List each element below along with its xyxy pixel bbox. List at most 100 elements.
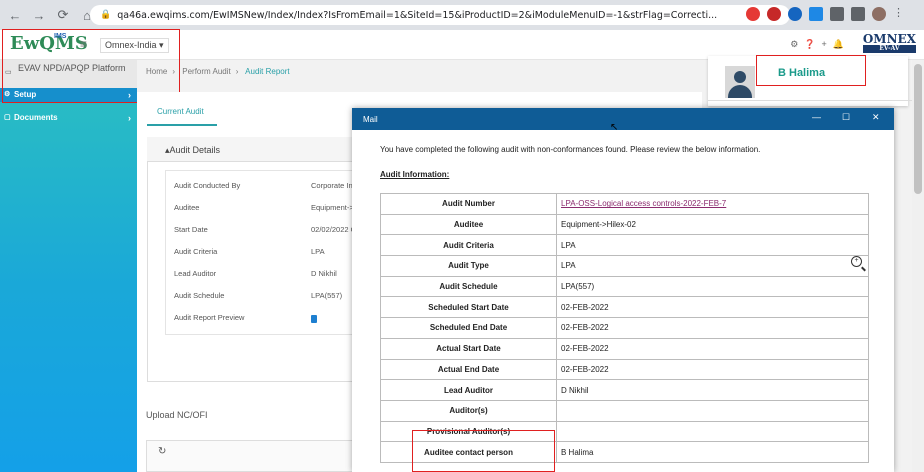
puzzle-icon[interactable] <box>830 7 844 21</box>
forward-icon[interactable]: → <box>30 6 48 24</box>
breadcrumb-perform-audit[interactable]: Perform Audit <box>182 67 230 76</box>
reload-icon[interactable]: ⟳ <box>54 6 72 24</box>
breadcrumb-audit-report: Audit Report <box>245 67 290 76</box>
detail-value: D Nikhil <box>311 269 337 278</box>
chevron-right-icon: › <box>128 113 131 123</box>
header-icons: ⚙ ❓ + 🔔 <box>790 39 844 50</box>
help-icon[interactable]: ❓ <box>804 39 815 50</box>
zoom-in-icon[interactable]: + <box>851 256 862 267</box>
sidebar-item-documents[interactable]: ▢ Documents › <box>0 111 137 125</box>
url-text: qa46a.ewqims.com/EwIMSNew/Index/Index?Is… <box>117 9 718 21</box>
refresh-icon[interactable]: ↻ <box>158 446 166 457</box>
mail-intro: You have completed the following audit w… <box>380 145 761 154</box>
extension-blue-icon[interactable] <box>788 7 802 21</box>
cursor-icon: ↖ <box>610 122 619 133</box>
report-preview-icon[interactable] <box>311 315 317 323</box>
mail-title: Mail <box>363 115 378 124</box>
bell-icon[interactable]: 🔔 <box>833 39 844 50</box>
info-label: Audit Number <box>380 193 557 215</box>
tab-current-audit[interactable]: Current Audit <box>157 107 204 116</box>
detail-value: LPA(557) <box>311 291 343 300</box>
audit-info-table: Audit Number LPA-OSS-Logical access contr… <box>380 193 869 463</box>
browser-toolbar: ← → ⟳ ⌂ 🔒 qa46a.ewqims.com/EwIMSNew/Inde… <box>0 0 924 30</box>
detail-value: Corporate In <box>311 181 353 190</box>
info-label: Audit Criteria <box>380 234 557 257</box>
detail-value: LPA <box>311 247 325 256</box>
extension-icons: ⋮ <box>746 7 907 21</box>
info-label: Scheduled Start Date <box>380 296 557 319</box>
info-value: D Nikhil <box>556 379 869 401</box>
menu-dots-icon[interactable]: ⋮ <box>893 7 907 21</box>
detail-label: Audit Schedule <box>174 291 225 300</box>
info-label: Scheduled End Date <box>380 317 557 339</box>
info-value: B Halima <box>556 441 869 463</box>
table-row: Scheduled End Date 02-FEB-2022 <box>380 317 869 339</box>
tab-active-indicator <box>147 124 217 126</box>
highlight-box <box>412 430 555 472</box>
info-value: 02-FEB-2022 <box>556 358 869 381</box>
divider <box>708 100 924 101</box>
upload-ncofi-title: Upload NC/OFI <box>146 410 208 420</box>
info-label: Lead Auditor <box>380 379 557 401</box>
info-label: Audit Type <box>380 255 557 277</box>
mail-title-bar: Mail — ☐ ✕ <box>352 108 894 130</box>
info-value: 02-FEB-2022 <box>556 317 869 339</box>
table-row: Actual Start Date 02-FEB-2022 <box>380 337 869 360</box>
info-label: Actual End Date <box>380 358 557 381</box>
info-value: LPA(557) <box>556 275 869 298</box>
page-scrollbar[interactable] <box>912 60 924 472</box>
extension-badge-icon[interactable] <box>809 7 823 21</box>
profile-avatar-icon[interactable] <box>872 7 886 21</box>
table-row: Audit Type LPA <box>380 255 869 277</box>
info-label: Auditee <box>380 213 557 236</box>
extension-red-icon[interactable] <box>767 7 781 21</box>
mail-dialog: Mail — ☐ ✕ You have completed the follow… <box>352 108 894 472</box>
close-icon[interactable]: ✕ <box>872 112 880 123</box>
settings-icon[interactable]: ⚙ <box>790 39 798 50</box>
lock-icon: 🔒 <box>100 10 112 20</box>
brand-sub: EV-AV <box>862 45 916 53</box>
reading-list-icon[interactable] <box>851 7 865 21</box>
maximize-icon[interactable]: ☐ <box>842 112 850 123</box>
detail-label: Lead Auditor <box>174 269 217 278</box>
info-label: Audit Schedule <box>380 275 557 298</box>
info-value <box>556 420 869 443</box>
detail-label: Start Date <box>174 225 208 234</box>
detail-value: Equipment-> <box>311 203 354 212</box>
back-icon[interactable]: ← <box>6 6 24 24</box>
audit-number-link[interactable]: LPA-OSS-Logical access controls-2022-FEB… <box>556 193 869 215</box>
info-label: Actual Start Date <box>380 337 557 360</box>
breadcrumb-home[interactable]: Home <box>146 67 167 76</box>
add-icon[interactable]: + <box>822 39 827 50</box>
table-row: Lead Auditor D Nikhil <box>380 379 869 401</box>
table-row: Auditee Equipment->Hilex-02 <box>380 213 869 236</box>
info-label: Auditor(s) <box>380 399 557 422</box>
info-value: 02-FEB-2022 <box>556 296 869 319</box>
info-value: Equipment->Hilex-02 <box>556 213 869 236</box>
info-value: LPA <box>556 234 869 257</box>
adblock-icon[interactable] <box>746 7 760 21</box>
audit-details-header[interactable]: ▴Audit Details <box>147 137 357 162</box>
table-row: Auditor(s) <box>380 399 869 422</box>
detail-label: Audit Criteria <box>174 247 218 256</box>
detail-label: Audit Report Preview <box>174 313 245 322</box>
upload-box <box>146 440 356 472</box>
table-row: Audit Criteria LPA <box>380 234 869 257</box>
document-icon: ▢ <box>4 114 11 121</box>
info-value: LPA <box>556 255 869 277</box>
breadcrumb: Home › Perform Audit › Audit Report <box>146 67 290 76</box>
highlight-box <box>756 55 866 86</box>
table-row: Actual End Date 02-FEB-2022 <box>380 358 869 381</box>
info-value: 02-FEB-2022 <box>556 337 869 360</box>
table-row: Scheduled Start Date 02-FEB-2022 <box>380 296 869 319</box>
brand-logo: OMNEX EV-AV <box>862 32 916 53</box>
sidebar: ▭ EVAV NPD/APQP Platform ⚙ Setup › ▢ Doc… <box>0 60 137 472</box>
table-row: Audit Number LPA-OSS-Logical access contr… <box>380 193 869 215</box>
address-bar[interactable]: 🔒 qa46a.ewqims.com/EwIMSNew/Index/Index?… <box>90 5 790 25</box>
minimize-icon[interactable]: — <box>812 112 821 122</box>
avatar <box>725 66 755 98</box>
detail-label: Audit Conducted By <box>174 181 241 190</box>
info-value <box>556 399 869 422</box>
table-row: Audit Schedule LPA(557) <box>380 275 869 298</box>
detail-label: Auditee <box>174 203 200 212</box>
